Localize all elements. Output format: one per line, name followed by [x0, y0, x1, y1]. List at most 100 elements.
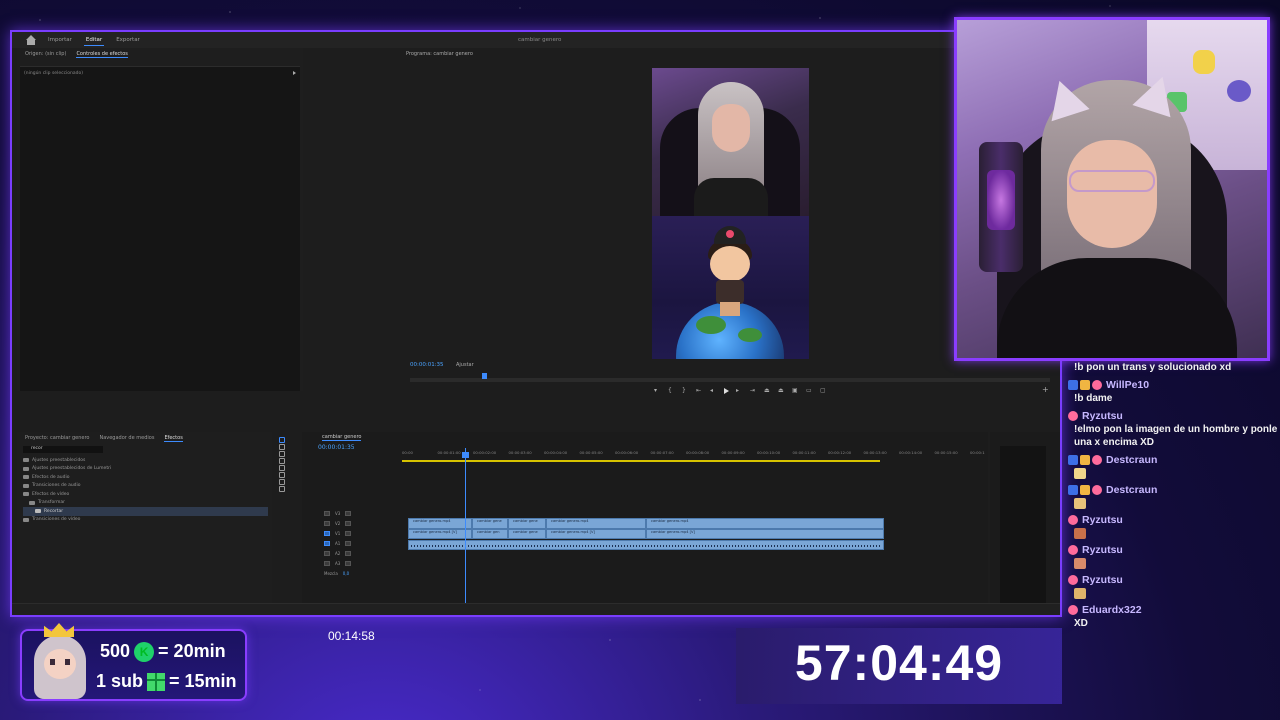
type-tool-icon[interactable]	[279, 486, 285, 492]
tab-importar[interactable]: Importar	[46, 35, 74, 45]
lock-icon[interactable]	[324, 550, 330, 556]
tab-source[interactable]: Origen: (sin clip)	[25, 51, 66, 57]
video-animation	[652, 216, 809, 359]
tab-effects[interactable]: Efectos	[164, 435, 183, 442]
tab-exportar[interactable]: Exportar	[114, 35, 142, 45]
streamer-avatar	[28, 623, 94, 701]
hand-tool-icon[interactable]	[279, 479, 285, 485]
chat-username[interactable]: Destcraun	[1106, 454, 1157, 466]
tab-media-browser[interactable]: Navegador de medios	[99, 435, 154, 441]
timeline-clip[interactable]: cambiar gene	[472, 518, 508, 529]
track-header-a3[interactable]: A3	[310, 558, 402, 568]
program-scrubber[interactable]	[410, 378, 1050, 382]
work-area-bar[interactable]	[402, 460, 880, 462]
track-select-tool-icon[interactable]	[279, 444, 285, 450]
lock-icon[interactable]	[324, 530, 330, 536]
effect-item-recortar[interactable]: Recortar	[23, 507, 268, 516]
lock-icon[interactable]	[324, 560, 330, 566]
razor-tool-icon[interactable]	[279, 458, 285, 464]
folder-icon	[23, 517, 29, 522]
timeline-clip[interactable]: cambiar genero.mp4	[646, 518, 884, 529]
eye-icon[interactable]	[345, 510, 352, 516]
effects-folder[interactable]: Ajustes preestablecidos de Lumetri	[23, 465, 268, 474]
ripple-tool-icon[interactable]	[279, 451, 285, 457]
chat-username[interactable]: Destcraun	[1106, 484, 1157, 496]
eye-icon[interactable]	[345, 520, 352, 526]
lock-icon[interactable]	[324, 510, 330, 516]
clip-area: cambiar genero.mp4 cambiar gene cambiar …	[402, 518, 982, 552]
mute-icon[interactable]	[345, 550, 352, 556]
timeline-clip[interactable]: cambiar genero.mp4 [V]	[646, 529, 884, 539]
mark-in-icon[interactable]: {	[668, 388, 675, 394]
chat-emote-icon	[1074, 558, 1086, 569]
chat-username[interactable]: Ryzutsu	[1082, 544, 1123, 556]
home-icon[interactable]	[26, 35, 36, 45]
tab-project[interactable]: Proyecto: cambiar genero	[25, 435, 89, 441]
play-icon[interactable]	[724, 388, 729, 394]
go-to-in-icon[interactable]: ⇤	[696, 388, 703, 394]
effects-search-input[interactable]: recor	[23, 446, 103, 453]
eye-icon[interactable]	[345, 530, 352, 536]
track-header-v1[interactable]: V1	[310, 528, 402, 538]
chat-username[interactable]: WillPe10	[1106, 379, 1149, 391]
pen-tool-icon[interactable]	[279, 472, 285, 478]
mute-icon[interactable]	[345, 540, 352, 546]
slip-tool-icon[interactable]	[279, 465, 285, 471]
effects-folder[interactable]: Transiciones de vídeo	[23, 516, 268, 525]
timeline-clip[interactable]: cambiar genero.mp4 [V]	[546, 529, 646, 539]
timeline-clip[interactable]: cambiar genero.mp4	[408, 518, 472, 529]
program-title[interactable]: Programa: cambiar genero	[406, 51, 473, 57]
timeline-clip[interactable]: cambiar gene	[508, 529, 546, 539]
expand-arrow-icon[interactable]	[293, 71, 296, 75]
ruler-tick: 00:00:05:00	[579, 450, 603, 455]
export-frame-icon[interactable]: ▣	[792, 388, 799, 394]
effects-folder[interactable]: Efectos de vídeo	[23, 490, 268, 499]
platform-badge-icon	[1068, 380, 1078, 390]
vr-icon[interactable]: ▢	[820, 388, 827, 394]
track-header-v2[interactable]: V2	[310, 518, 402, 528]
marker-icon[interactable]: ▾	[654, 388, 661, 394]
chat-username[interactable]: Eduardx322	[1082, 604, 1142, 616]
effects-folder[interactable]: Ajustes preestablecidos	[23, 456, 268, 465]
lock-icon[interactable]	[324, 520, 330, 526]
effects-folder[interactable]: Transiciones de audio	[23, 482, 268, 491]
timeline-ruler[interactable]: 00:00 00:00:01:00 00:00:02:00 00:00:03:00 00…	[402, 448, 985, 460]
effects-folder[interactable]: Efectos de audio	[23, 473, 268, 482]
mark-out-icon[interactable]: }	[682, 388, 689, 394]
timeline-clip[interactable]: cambiar gene	[508, 518, 546, 529]
timeline-playhead[interactable]	[465, 448, 466, 615]
mute-icon[interactable]	[345, 560, 352, 566]
go-to-out-icon[interactable]: ⇥	[750, 388, 757, 394]
lift-icon[interactable]: ⏏	[764, 388, 771, 394]
lock-icon[interactable]	[324, 540, 330, 546]
fit-dropdown[interactable]: Ajustar	[456, 362, 474, 368]
tab-effect-controls[interactable]: Controles de efectos	[76, 51, 128, 58]
step-forward-icon[interactable]: ▸	[736, 388, 743, 394]
add-button-icon[interactable]: +	[1042, 385, 1049, 394]
compare-icon[interactable]: ▭	[806, 388, 813, 394]
timeline-clip[interactable]: cambiar genero.mp4 [V]	[408, 529, 472, 539]
track-header-a2[interactable]: A2	[310, 548, 402, 558]
program-timecode[interactable]: 00:00:01:35	[410, 362, 444, 368]
selection-tool-icon[interactable]	[279, 437, 285, 443]
chat-username[interactable]: Ryzutsu	[1082, 410, 1123, 422]
chat-username[interactable]: Ryzutsu	[1082, 514, 1123, 526]
chat-message: WillPe10 !b dame	[1068, 378, 1278, 405]
sequence-tab[interactable]: cambiar genero	[322, 434, 362, 441]
audio-clip[interactable]	[408, 540, 884, 550]
program-playhead[interactable]	[482, 373, 487, 379]
timeline-clip[interactable]: cambiar genero.mp4	[546, 518, 646, 529]
crown-icon	[44, 623, 74, 637]
chat-username[interactable]: Ryzutsu	[1082, 574, 1123, 586]
step-back-icon[interactable]: ◂	[710, 388, 717, 394]
chat-message: Ryzutsu !elmo pon la imagen de un hombre …	[1068, 409, 1278, 449]
timeline-clip[interactable]: cambiar gen	[472, 529, 508, 539]
timeline-timecode[interactable]: 00:00:01:35	[318, 444, 355, 451]
track-header-v3[interactable]: V3	[310, 508, 402, 518]
extract-icon[interactable]: ⏏	[778, 388, 785, 394]
track-header-mix[interactable]: Mezcla 0,0	[310, 568, 402, 578]
track-header-a1[interactable]: A1	[310, 538, 402, 548]
effects-folder[interactable]: Transformar	[23, 499, 268, 508]
program-video-frame[interactable]	[652, 68, 809, 359]
tab-editar[interactable]: Editar	[83, 35, 105, 46]
